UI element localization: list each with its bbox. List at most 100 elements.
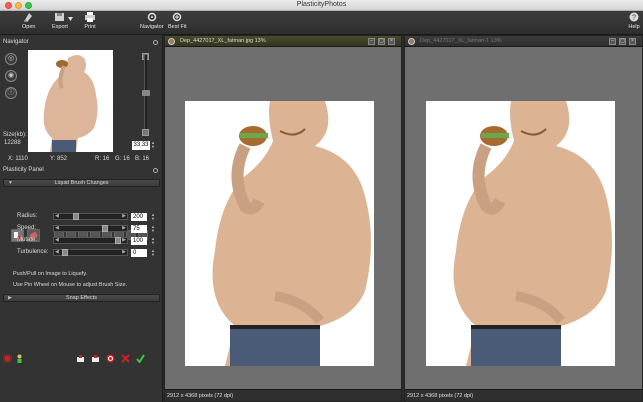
pane-close-button[interactable]: × bbox=[388, 38, 395, 45]
radius-stepper[interactable]: ▲ ▼ bbox=[151, 213, 156, 222]
hint-brush-size: Use Pin Wheel on Mouse to adjust Brush S… bbox=[13, 282, 128, 288]
zoom-fit-button[interactable]: ◎ bbox=[5, 53, 17, 65]
zoom-actual-button[interactable]: ◉ bbox=[5, 70, 17, 82]
app-window: PlasticityPhotos Open Export Print Navig… bbox=[0, 0, 643, 402]
help-label: Help bbox=[628, 24, 640, 30]
help-button[interactable]: ? Help bbox=[628, 12, 640, 30]
slider-left-arrow-icon: ◀ bbox=[55, 249, 59, 255]
help-icon: ? bbox=[629, 12, 639, 22]
expand-triangle-icon: ▶ bbox=[8, 295, 12, 301]
open-icon bbox=[23, 13, 32, 22]
window-title: PlasticityPhotos bbox=[296, 1, 347, 8]
target-icon: ◉ bbox=[7, 72, 15, 79]
cursor-y: Y: 852 bbox=[50, 156, 68, 162]
modified-photo[interactable] bbox=[426, 101, 615, 366]
slider-left-arrow-icon: ◀ bbox=[55, 237, 59, 243]
load-icon[interactable] bbox=[91, 354, 100, 363]
image-thumbnail-icon bbox=[408, 38, 415, 45]
navigator-settings-icon[interactable] bbox=[153, 40, 158, 45]
cancel-icon[interactable] bbox=[121, 354, 130, 363]
pane-minimize-button[interactable]: – bbox=[368, 38, 375, 45]
zoom-stepper[interactable]: ▲ ▼ bbox=[151, 141, 156, 150]
left-panel: Navigator ◎ ◉ ⓘ 33.33 ▲ ▼ Size(kb): 12288… bbox=[0, 35, 163, 402]
modified-pane-header: Dep_4427017_XL_fatman-1 13% – ▢ × bbox=[405, 36, 642, 47]
apply-check-icon[interactable] bbox=[136, 354, 145, 363]
speed-label: Speed: bbox=[17, 225, 37, 231]
export-label: Export bbox=[52, 24, 68, 30]
zoom-slider[interactable] bbox=[142, 55, 150, 135]
original-pane-footer: 2912 x 4368 pixels (72 dpi) bbox=[165, 389, 401, 401]
pane-restore-button[interactable]: ▢ bbox=[378, 38, 385, 45]
reset-icon[interactable] bbox=[106, 354, 115, 363]
size-label: Size(kb): bbox=[3, 132, 27, 138]
pane-minimize-button[interactable]: – bbox=[609, 38, 616, 45]
mutate-slider[interactable]: ◀ ▶ bbox=[53, 237, 128, 244]
mutate-label: Mutate: bbox=[17, 237, 38, 243]
zoom-info-button[interactable]: ⓘ bbox=[5, 87, 17, 99]
print-button[interactable]: Print bbox=[84, 12, 96, 30]
turbulence-slider-knob[interactable] bbox=[62, 249, 68, 256]
zoom-slider-knob[interactable] bbox=[142, 90, 150, 96]
liquid-brush-title: Liquid Brush Changes bbox=[54, 180, 109, 186]
original-filename: Dep_4427017_XL_fatman.jpg 13% bbox=[180, 38, 266, 44]
plasticity-panel-title: Plasticity Panel bbox=[3, 167, 44, 173]
liquid-brush-section-header[interactable]: ▼ Liquid Brush Changes bbox=[3, 179, 160, 187]
people-icon[interactable] bbox=[15, 354, 24, 363]
turbulence-stepper[interactable]: ▲ ▼ bbox=[151, 249, 156, 258]
info-icon: ⓘ bbox=[7, 89, 15, 96]
turbulence-value[interactable]: 0 bbox=[131, 249, 147, 257]
modified-canvas[interactable] bbox=[405, 47, 642, 391]
original-canvas[interactable] bbox=[165, 47, 401, 391]
original-image-pane: Dep_4427017_XL_fatman.jpg 13% – ▢ × 2912… bbox=[164, 35, 402, 402]
zoom-value-field[interactable]: 33.33 bbox=[132, 141, 150, 150]
pane-close-button[interactable]: × bbox=[629, 38, 636, 45]
navigator-title: Navigator bbox=[3, 39, 29, 45]
snap-effects-section-header[interactable]: ▶ Snap Effects bbox=[3, 294, 160, 302]
speed-stepper[interactable]: ▲ ▼ bbox=[151, 225, 156, 234]
best-fit-button[interactable]: Best Fit bbox=[168, 12, 187, 30]
open-button[interactable]: Open bbox=[22, 12, 35, 30]
gear-icon bbox=[147, 12, 157, 22]
pixel-r: R: 16 bbox=[95, 156, 110, 162]
slider-right-arrow-icon: ▶ bbox=[122, 249, 126, 255]
modified-pane-footer: 2912 x 4368 pixels (72 dpi) bbox=[405, 389, 642, 401]
export-icon bbox=[54, 13, 64, 21]
slider-right-arrow-icon: ▶ bbox=[122, 237, 126, 243]
plasticity-settings-icon[interactable] bbox=[153, 168, 158, 173]
open-label: Open bbox=[22, 24, 36, 30]
radius-value[interactable]: 200 bbox=[131, 213, 147, 221]
zoom-out-button[interactable] bbox=[142, 129, 149, 136]
thumbnail-image bbox=[28, 50, 113, 152]
original-photo[interactable] bbox=[185, 101, 374, 366]
slider-left-arrow-icon: ◀ bbox=[55, 225, 59, 231]
speed-slider[interactable]: ◀ ▶ bbox=[53, 225, 128, 232]
turbulence-label: Turbulence: bbox=[17, 249, 49, 255]
pane-restore-button[interactable]: ▢ bbox=[619, 38, 626, 45]
speed-slider-knob[interactable] bbox=[101, 225, 108, 232]
snap-effects-title: Snap Effects bbox=[65, 295, 98, 301]
photo-image bbox=[426, 101, 615, 366]
navigator-thumbnail[interactable] bbox=[28, 50, 113, 152]
modified-image-pane: Dep_4427017_XL_fatman-1 13% – ▢ × 2912 x… bbox=[404, 35, 643, 402]
turbulence-slider[interactable]: ◀ ▶ bbox=[53, 249, 128, 256]
mutate-slider-knob[interactable] bbox=[115, 237, 121, 244]
best-fit-label: Best Fit bbox=[168, 24, 187, 30]
virus-icon[interactable] bbox=[3, 354, 12, 363]
export-button[interactable]: Export bbox=[52, 12, 68, 30]
mutate-stepper[interactable]: ▲ ▼ bbox=[151, 237, 156, 246]
pixel-g: G: 16 bbox=[115, 156, 130, 162]
navigator-button[interactable]: Navigator bbox=[140, 12, 164, 30]
radius-slider[interactable]: ◀ ▶ bbox=[53, 213, 128, 220]
cursor-x: X: 1110 bbox=[8, 156, 28, 162]
speed-value[interactable]: 75 bbox=[131, 225, 147, 233]
mutate-value[interactable]: 100 bbox=[131, 237, 147, 245]
image-thumbnail-icon bbox=[168, 38, 175, 45]
main-toolbar: Open Export Print Navigator Best Fit ? H… bbox=[0, 11, 643, 35]
pixel-b: B: 16 bbox=[135, 156, 150, 162]
chevron-down-icon bbox=[68, 17, 73, 21]
export-dropdown-button[interactable] bbox=[68, 17, 73, 23]
navigator-label: Navigator bbox=[140, 24, 164, 30]
save-icon[interactable] bbox=[76, 354, 85, 363]
modified-dimensions: 2912 x 4368 pixels (72 dpi) bbox=[407, 393, 474, 399]
radius-slider-knob[interactable] bbox=[72, 213, 79, 220]
